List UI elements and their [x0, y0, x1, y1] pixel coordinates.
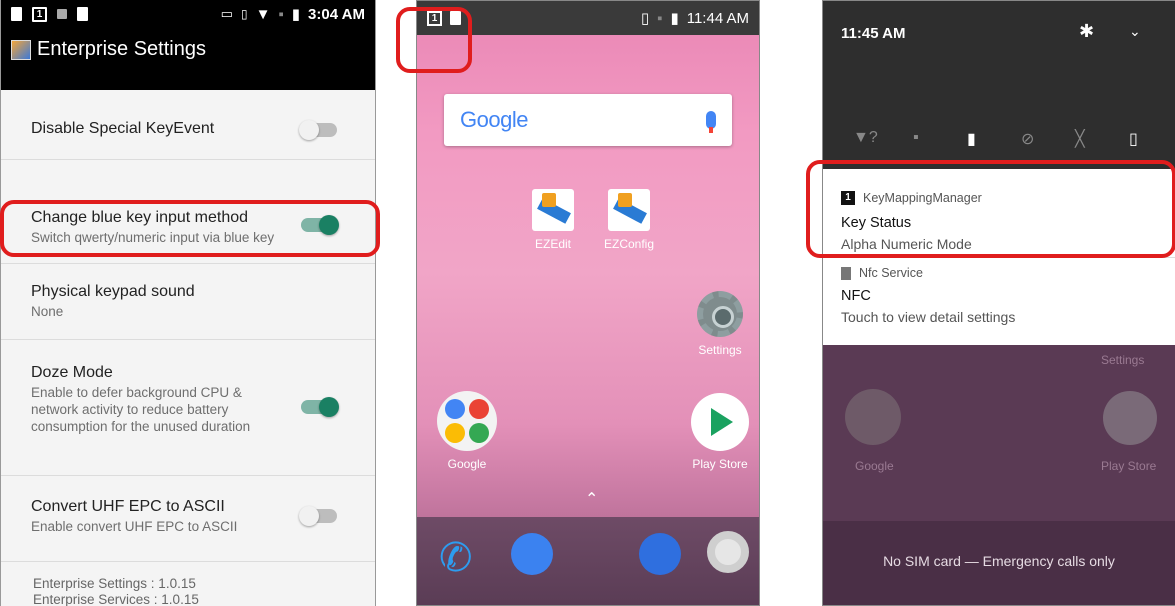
app-label: EZEdit [534, 237, 571, 251]
quick-settings-header: 11:45 AM ✱ ⌄ ▼? ▪ ▮ ⊘ ╳ ▯ [823, 1, 1175, 169]
setting-row-keypad-sound[interactable]: Physical keypad sound None [1, 264, 375, 340]
notification-icon [11, 7, 22, 21]
toggle-switch[interactable] [301, 397, 339, 417]
setting-title: Convert UHF EPC to ASCII [31, 498, 225, 515]
nfc-icon [841, 266, 851, 280]
app-label: Settings [698, 343, 742, 357]
enterprise-settings-screen: 1 ▭ ▯ ▼ ▪ ▮ 3:04 AM Enterprise Settings … [0, 0, 376, 606]
no-sim-icon[interactable]: ▪ [913, 129, 937, 153]
setting-subtitle: Enable to defer background CPU & network… [31, 385, 251, 434]
enterprise-settings-icon [11, 40, 31, 60]
setting-title: Disable Special KeyEvent [31, 120, 215, 137]
play-store-icon [1103, 391, 1157, 445]
notification-source: Nfc Service [841, 266, 1175, 280]
emergency-calls-text: No SIM card — Emergency calls only [883, 553, 1115, 569]
app-drawer-chevron-icon[interactable]: ⌃ [585, 489, 598, 509]
setting-row-disable-special-keyevent[interactable]: Disable Special KeyEvent [1, 90, 375, 160]
google-logo: Google [460, 107, 528, 132]
app-bar: Enterprise Settings [1, 28, 375, 90]
contacts-icon[interactable] [639, 533, 681, 575]
dnd-off-icon[interactable]: ⊘ [1021, 129, 1045, 153]
dock: ✆ [417, 517, 759, 605]
app-play-store[interactable]: Play Store [687, 393, 753, 471]
phone-icon[interactable]: ✆ [439, 537, 481, 579]
app-ezconfig[interactable]: EZConfig [601, 189, 657, 251]
screen-cast-icon: ▭ [220, 6, 233, 21]
notification-app-name: Nfc Service [859, 266, 923, 280]
version-info: Enterprise Settings : 1.0.15 Enterprise … [33, 576, 199, 606]
key-1-icon: 1 [32, 6, 47, 22]
setting-title: Physical keypad sound [31, 283, 195, 300]
google-folder-icon [437, 391, 497, 451]
no-call-icon [57, 9, 67, 19]
vibrate-icon: ▯ [640, 10, 650, 27]
version-line: Enterprise Settings : 1.0.15 [33, 576, 196, 591]
mic-icon[interactable] [706, 111, 716, 133]
google-folder-icon [845, 389, 901, 445]
vibrate-icon: ▯ [240, 7, 248, 21]
notification-nfc[interactable]: Nfc Service NFC Touch to view detail set… [823, 257, 1175, 345]
rotate-icon[interactable]: ▯ [1129, 129, 1153, 153]
sim-icon [77, 7, 88, 21]
setting-row-doze-mode[interactable]: Doze Mode Enable to defer background CPU… [1, 340, 375, 476]
toggle-switch[interactable] [299, 506, 337, 526]
no-sim-icon: ▪ [657, 9, 663, 27]
highlight-box [806, 160, 1175, 258]
highlight-box [396, 7, 472, 73]
app-settings[interactable]: Settings [690, 291, 750, 357]
setting-subtitle: None [31, 304, 64, 319]
highlight-box [0, 200, 380, 257]
app-label: Google [447, 457, 487, 471]
play-store-icon [691, 393, 749, 451]
status-time: 3:04 AM [308, 5, 365, 23]
setting-subtitle: Enable convert UHF EPC to ASCII [31, 519, 238, 534]
wifi-unknown-icon[interactable]: ▼? [853, 129, 878, 153]
app-label: Play Store [692, 457, 748, 471]
no-sim-icon: ▪ [278, 5, 284, 23]
battery-icon: ▮ [291, 6, 301, 23]
app-ezedit[interactable]: EZEdit [525, 189, 581, 251]
ezedit-icon [532, 189, 574, 231]
notification-body: Touch to view detail settings [841, 309, 1016, 325]
page-title: Enterprise Settings [37, 38, 206, 60]
chevron-down-icon[interactable]: ⌄ [1129, 23, 1141, 40]
gear-icon[interactable]: ✱ [1079, 21, 1094, 42]
wifi-icon: ▼ [255, 5, 271, 23]
dim-app-label: Google [855, 459, 894, 473]
messages-icon[interactable] [511, 533, 553, 575]
ezconfig-icon [608, 189, 650, 231]
settings-gear-icon [697, 291, 743, 337]
status-time: 11:44 AM [686, 9, 749, 27]
home-screen: 1 ▯ ▪ ▮ 11:44 AM Google EZEdit EZConfig … [416, 0, 760, 606]
setting-title: Doze Mode [31, 364, 113, 381]
version-line: Enterprise Services : 1.0.15 [33, 592, 199, 606]
app-label: EZConfig [603, 237, 655, 251]
google-search-bar[interactable]: Google [444, 94, 732, 146]
shade-time: 11:45 AM [841, 25, 906, 42]
toggle-switch[interactable] [299, 120, 337, 140]
camera-icon[interactable] [707, 531, 749, 573]
app-google-folder[interactable]: Google [437, 391, 497, 471]
dim-app-label: Play Store [1101, 459, 1157, 473]
battery-icon: ▮ [670, 10, 679, 27]
notification-title: NFC [841, 288, 871, 304]
battery-icon[interactable]: ▮ [967, 129, 991, 153]
notification-shade: 11:45 AM ✱ ⌄ ▼? ▪ ▮ ⊘ ╳ ▯ 1 KeyMappingMa… [822, 0, 1175, 606]
setting-row-convert-uhf[interactable]: Convert UHF EPC to ASCII Enable convert … [1, 476, 375, 562]
status-bar: 1 ▭ ▯ ▼ ▪ ▮ 3:04 AM [1, 0, 375, 28]
flashlight-off-icon[interactable]: ╳ [1075, 129, 1099, 153]
dim-app-label: Settings [1101, 353, 1145, 367]
